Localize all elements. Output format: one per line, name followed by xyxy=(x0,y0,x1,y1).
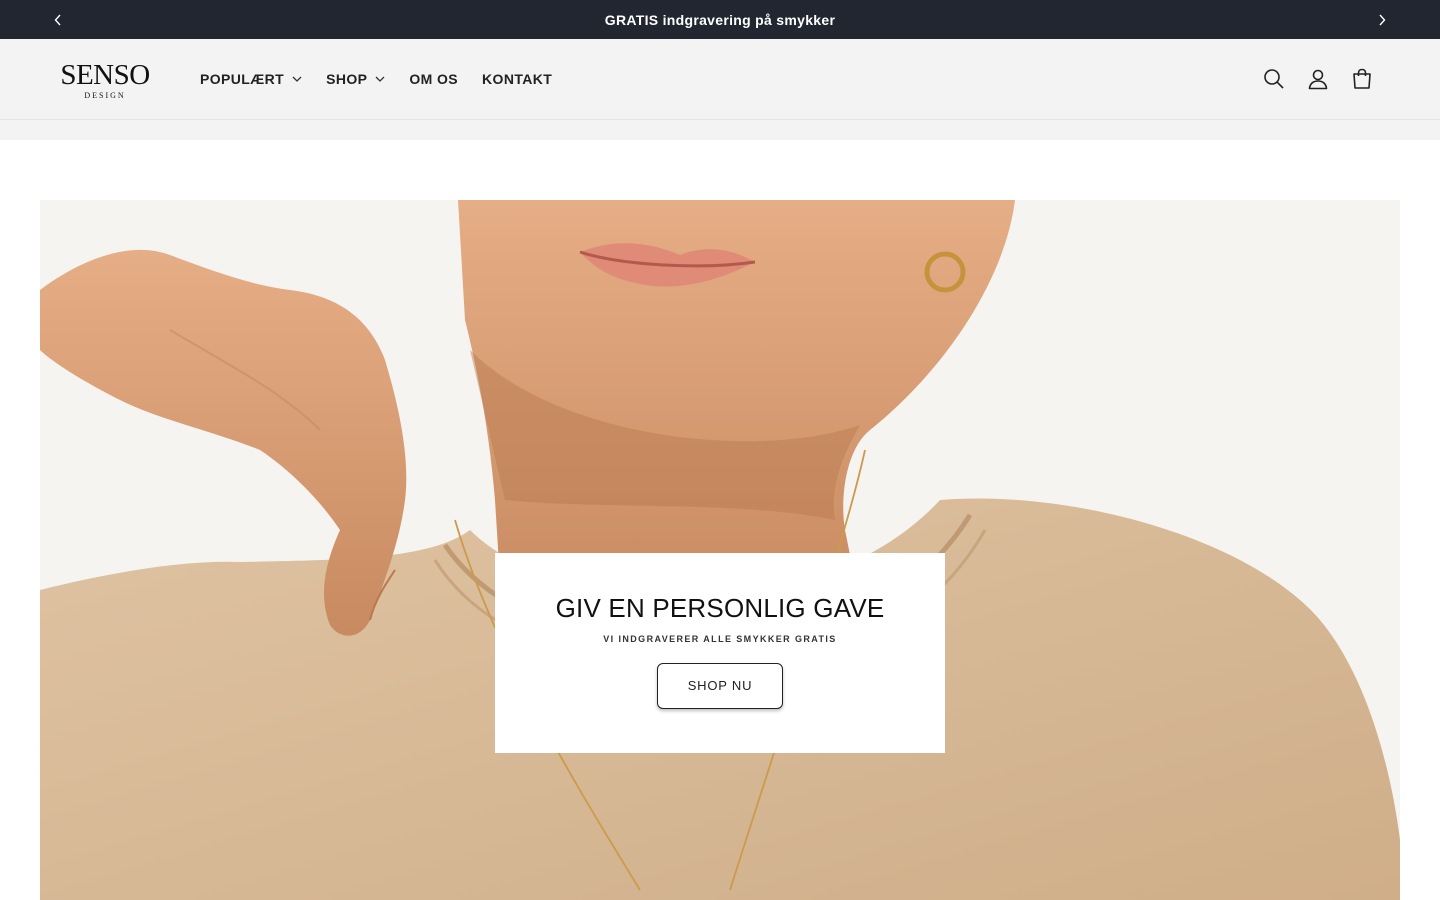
shop-now-button[interactable]: SHOP NU xyxy=(657,663,783,709)
hero-image xyxy=(40,200,1400,900)
hero-content-box: GIV EN PERSONLIG GAVE VI INDGRAVERER ALL… xyxy=(495,553,945,753)
nav-item-kontakt[interactable]: KONTAKT xyxy=(482,71,552,87)
nav-item-om-os[interactable]: OM OS xyxy=(409,71,458,87)
account-button[interactable] xyxy=(1296,57,1340,101)
main-nav: POPULÆRT SHOP OM OS KONTAKT xyxy=(200,39,576,119)
hero-subtitle: VI INDGRAVERER ALLE SMYKKER GRATIS xyxy=(603,634,837,644)
announcement-message: GRATIS indgravering på smykker xyxy=(604,11,836,28)
cart-icon xyxy=(1353,68,1371,89)
search-button[interactable] xyxy=(1252,57,1296,101)
search-icon xyxy=(1264,69,1284,89)
logo-sub: DESIGN xyxy=(84,91,126,100)
announcement-next-button[interactable] xyxy=(1362,0,1402,39)
site-header: SENSO DESIGN POPULÆRT SHOP OM OS KONTAKT xyxy=(0,39,1440,120)
logo[interactable]: SENSO DESIGN xyxy=(55,61,155,101)
hero-title: GIV EN PERSONLIG GAVE xyxy=(555,593,885,623)
chevron-left-icon xyxy=(54,14,61,25)
cart-button[interactable] xyxy=(1340,57,1384,101)
account-icon xyxy=(1308,69,1328,90)
chevron-down-icon xyxy=(375,76,385,82)
nav-item-label: POPULÆRT xyxy=(200,71,285,87)
hero-banner: GIV EN PERSONLIG GAVE VI INDGRAVERER ALL… xyxy=(40,200,1400,900)
header-icons xyxy=(1252,39,1384,119)
chevron-right-icon xyxy=(1379,14,1386,25)
announcement-bar: GRATIS indgravering på smykker xyxy=(0,0,1440,39)
nav-item-populaert[interactable]: POPULÆRT xyxy=(200,71,302,87)
nav-item-shop[interactable]: SHOP xyxy=(326,71,385,87)
nav-item-label: KONTAKT xyxy=(482,71,553,87)
header-spacer xyxy=(0,120,1440,140)
nav-item-label: OM OS xyxy=(409,71,459,87)
logo-brand: SENSO xyxy=(60,59,150,91)
nav-item-label: SHOP xyxy=(326,71,368,87)
chevron-down-icon xyxy=(292,76,302,82)
announcement-prev-button[interactable] xyxy=(38,0,78,39)
